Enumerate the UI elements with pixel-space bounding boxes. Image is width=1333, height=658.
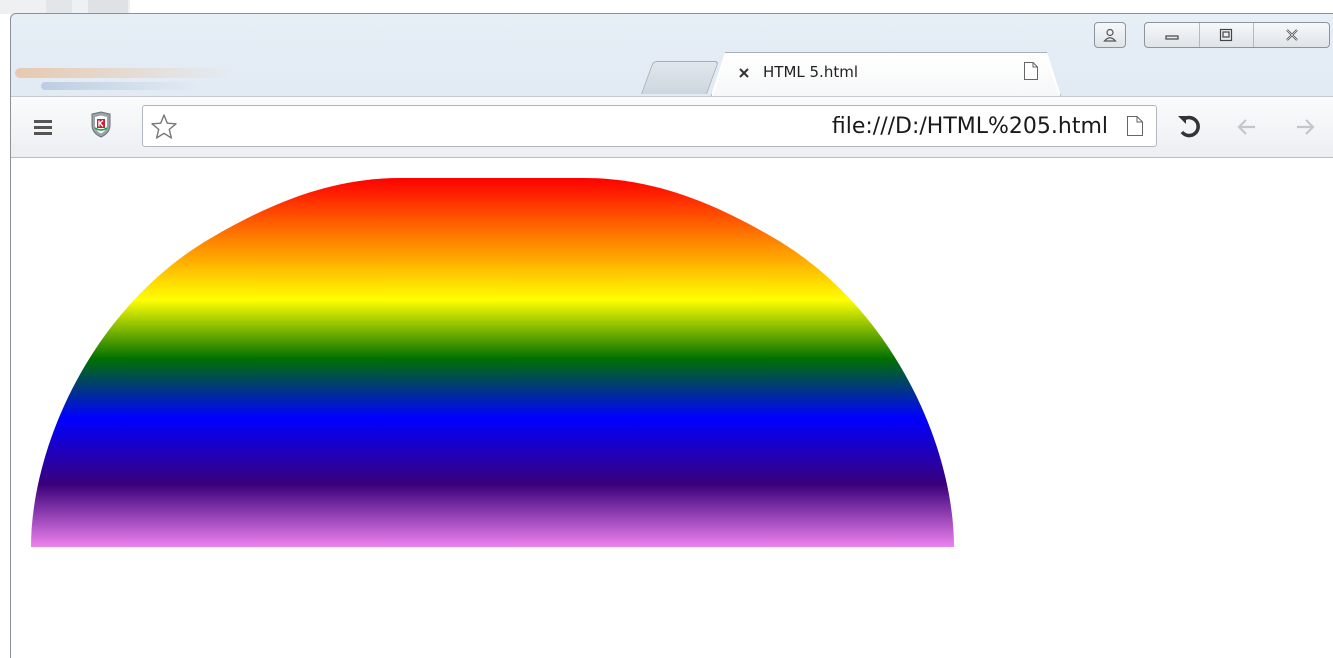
- maximize-icon: [1220, 28, 1233, 42]
- blurred-background: [15, 68, 235, 78]
- close-icon: [1285, 29, 1298, 41]
- close-window-button[interactable]: [1254, 23, 1329, 47]
- window-controls: [1144, 22, 1330, 48]
- maximize-button[interactable]: [1200, 23, 1255, 47]
- new-tab-button[interactable]: [640, 61, 720, 94]
- rainbow-shape: [31, 178, 954, 547]
- back-button[interactable]: [1233, 113, 1261, 141]
- address-bar[interactable]: file:///D:/HTML%205.html: [142, 105, 1157, 147]
- forward-button[interactable]: [1291, 113, 1319, 141]
- back-arrow-icon: [1237, 119, 1255, 135]
- blurred-background: [41, 82, 201, 90]
- profile-button[interactable]: [1094, 22, 1126, 48]
- url-text[interactable]: file:///D:/HTML%205.html: [832, 114, 1108, 139]
- page-icon: [1023, 61, 1039, 85]
- rainbow-half-ellipse: [31, 178, 954, 547]
- page-viewport: [11, 158, 1333, 658]
- profile-icon: [1103, 28, 1117, 42]
- star-icon: [151, 114, 177, 139]
- forward-arrow-icon: [1297, 119, 1315, 135]
- kaspersky-shield-icon: [91, 111, 111, 138]
- minimize-button[interactable]: [1145, 23, 1200, 47]
- page-info-icon[interactable]: [1126, 115, 1144, 141]
- hamburger-menu-icon: [34, 120, 52, 135]
- desktop-strip: [0, 0, 130, 14]
- tab-active[interactable]: HTML 5.html: [711, 52, 1061, 96]
- tab-title: HTML 5.html: [763, 63, 858, 81]
- desktop-fragment: [46, 0, 72, 14]
- menu-button[interactable]: [33, 117, 53, 137]
- minimize-icon: [1165, 35, 1179, 40]
- browser-window: HTML 5.html file:///D:/HTML%205.html: [10, 13, 1333, 658]
- desktop-fragment: [88, 0, 128, 14]
- close-icon: [739, 68, 749, 78]
- browser-toolbar: file:///D:/HTML%205.html: [11, 96, 1333, 158]
- reload-button[interactable]: [1174, 112, 1204, 142]
- reload-icon: [1178, 115, 1200, 138]
- extension-button[interactable]: [89, 111, 113, 139]
- bookmark-button[interactable]: [149, 112, 179, 142]
- tab-close-button[interactable]: [737, 66, 751, 80]
